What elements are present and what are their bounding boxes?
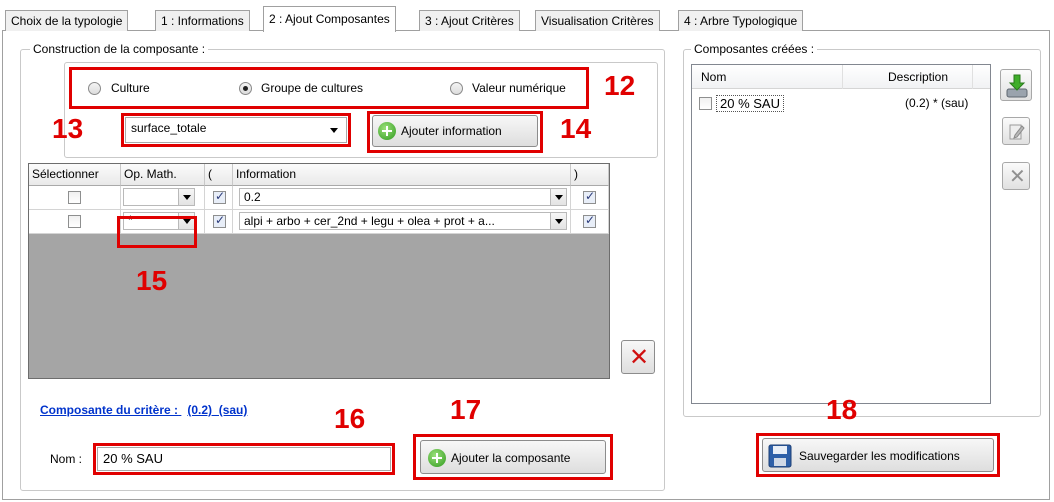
radio-culture[interactable] [88, 82, 101, 95]
op-math-value [124, 189, 128, 203]
row-select-checkbox[interactable] [68, 191, 81, 204]
annotation-13: 13 [52, 113, 84, 144]
close-paren-checkbox[interactable] [583, 189, 596, 204]
save-button[interactable]: Sauvegarder les modifications [762, 438, 994, 472]
column-divider [842, 65, 843, 89]
annotation-14: 14 [560, 113, 592, 144]
add-information-label: Ajouter information [401, 124, 502, 138]
tab-visualisation-criteres[interactable]: Visualisation Critères [535, 10, 660, 31]
column-divider [972, 65, 973, 89]
information-grid: Sélectionner Op. Math. ( Information ) 0… [28, 163, 610, 379]
open-paren-cell [205, 186, 233, 210]
composante-link-label: Composante du critère : [40, 403, 179, 417]
information-select-value: surface_totale [131, 121, 207, 135]
created-list-header: Nom Description [692, 65, 990, 89]
created-col-description[interactable]: Description [888, 70, 948, 84]
composante-critere-link[interactable]: Composante du critère : (0.2) (sau) [40, 403, 247, 417]
created-item-description: (0.2) * (sau) [905, 96, 969, 110]
information-dropdown[interactable] [550, 212, 567, 230]
add-composante-button[interactable]: Ajouter la composante [420, 440, 606, 474]
table-row [29, 186, 121, 210]
download-icon [1006, 74, 1028, 98]
add-icon [378, 122, 396, 140]
open-paren-checkbox[interactable] [213, 189, 226, 204]
composante-link-value: (0.2) (sau) [187, 403, 248, 417]
grid-header-information: Information [233, 164, 571, 186]
open-paren-cell [205, 210, 233, 234]
op-math-dropdown[interactable] [178, 188, 195, 206]
edit-icon [1009, 124, 1025, 140]
close-paren-checkbox[interactable] [583, 213, 596, 228]
annotation-18: 18 [826, 394, 858, 425]
annotation-12: 12 [604, 70, 636, 101]
grid-header-selectionner: Sélectionner [29, 164, 121, 186]
open-paren-checkbox[interactable] [213, 213, 226, 228]
floppy-disk-icon [768, 444, 792, 468]
information-row-select[interactable]: alpi + arbo + cer_2nd + legu + olea + pr… [239, 212, 551, 230]
annotation-box-15 [117, 216, 197, 248]
information-cell: alpi + arbo + cer_2nd + legu + olea + pr… [233, 210, 571, 234]
name-label: Nom : [50, 452, 83, 466]
close-paren-cell [571, 210, 609, 234]
grid-header-op-math: Op. Math. [121, 164, 205, 186]
import-button[interactable] [1000, 69, 1032, 101]
save-label: Sauvegarder les modifications [799, 449, 960, 463]
tab-arbre-typologique[interactable]: 4 : Arbre Typologique [678, 10, 804, 31]
information-dropdown[interactable] [550, 188, 567, 206]
created-list: Nom Description 20 % SAU (0.2) * (sau) [691, 64, 991, 404]
op-math-select[interactable] [123, 188, 179, 206]
delete-composante-button[interactable]: ✕ [1002, 162, 1030, 190]
tab-informations[interactable]: 1 : Informations [155, 10, 250, 31]
created-item-name: 20 % SAU [716, 95, 784, 112]
tab-strip: Choix de la typologie 1 : Informations 2… [0, 6, 1054, 32]
row-select-checkbox[interactable] [68, 215, 81, 228]
annotation-16: 16 [334, 403, 366, 434]
information-select[interactable]: surface_totale [125, 117, 347, 143]
radio-culture-label: Culture [111, 81, 150, 95]
radio-valeur-numerique[interactable] [450, 82, 463, 95]
delete-row-button[interactable]: ✕ [621, 340, 655, 374]
grid-header-open-paren: ( [205, 164, 233, 186]
created-title: Composantes créées : [691, 42, 818, 56]
construction-title: Construction de la composante : [30, 42, 209, 56]
close-icon: ✕ [1009, 164, 1026, 188]
information-cell: 0.2 [233, 186, 571, 210]
radio-groupe-cultures-label: Groupe de cultures [261, 81, 364, 95]
information-row-select[interactable]: 0.2 [239, 188, 551, 206]
annotation-17: 17 [450, 394, 482, 425]
close-paren-cell [571, 186, 609, 210]
table-row [29, 210, 121, 234]
radio-valeur-numerique-label: Valeur numérique [472, 81, 566, 95]
created-item-checkbox[interactable] [699, 97, 712, 110]
tab-ajout-composantes[interactable]: 2 : Ajout Composantes [263, 6, 396, 32]
add-icon [428, 449, 446, 467]
annotation-15: 15 [136, 265, 168, 296]
delete-icon: ✕ [629, 343, 650, 371]
edit-button[interactable] [1002, 117, 1030, 145]
op-cell [121, 186, 205, 210]
chevron-down-icon [330, 128, 338, 133]
radio-groupe-cultures[interactable] [239, 82, 252, 95]
tab-choix-typologie[interactable]: Choix de la typologie [5, 10, 129, 31]
tab-ajout-criteres[interactable]: 3 : Ajout Critères [419, 10, 520, 31]
list-item[interactable]: 20 % SAU (0.2) * (sau) [696, 94, 986, 114]
grid-header-close-paren: ) [571, 164, 609, 186]
created-col-nom[interactable]: Nom [701, 70, 726, 84]
add-information-button[interactable]: Ajouter information [372, 115, 538, 147]
add-composante-label: Ajouter la composante [451, 451, 571, 465]
name-input[interactable]: 20 % SAU [97, 447, 391, 471]
